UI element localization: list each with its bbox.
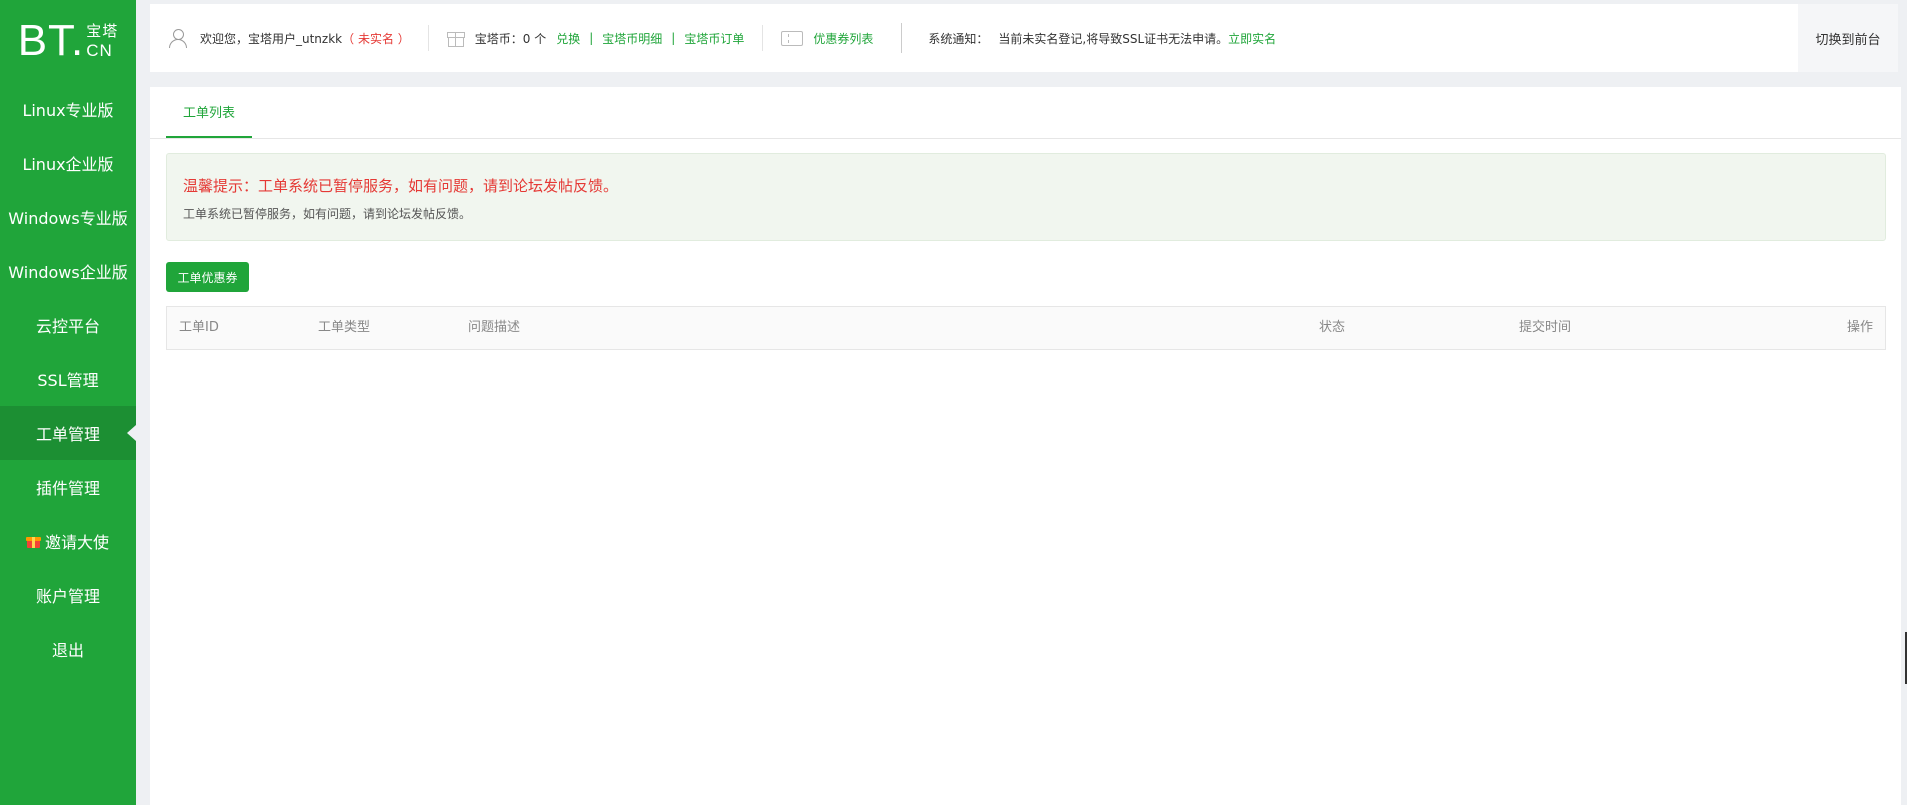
logo-bt: BT. bbox=[17, 16, 85, 65]
ticket-coupon-button[interactable]: 工单优惠券 bbox=[166, 262, 249, 292]
logo-cn-bottom: CN bbox=[86, 40, 113, 60]
sidebar-item-label: Windows专业版 bbox=[8, 209, 128, 228]
column-header-actions: 操作 bbox=[1846, 320, 1873, 335]
sidebar-item-label: 账户管理 bbox=[35, 587, 100, 606]
column-header-ticket-id: 工单ID bbox=[179, 320, 219, 335]
sidebar-item-tickets[interactable]: 工单管理 bbox=[0, 406, 136, 460]
column-header-ticket-type: 工单类型 bbox=[318, 320, 371, 335]
sidebar-item-cloud-control[interactable]: 云控平台 bbox=[0, 298, 136, 352]
sidebar-item-label: Linux企业版 bbox=[22, 155, 114, 174]
sidebar-item-label: 工单管理 bbox=[35, 425, 100, 444]
coin-balance: 宝塔币：0 个 bbox=[474, 31, 547, 46]
sidebar-item-label: 云控平台 bbox=[35, 317, 100, 336]
sidebar-item-plugins[interactable]: 插件管理 bbox=[0, 460, 136, 514]
sidebar-item-ssl[interactable]: SSL管理 bbox=[0, 352, 136, 406]
coupon-list-link[interactable]: 优惠券列表 bbox=[813, 30, 873, 47]
sidebar-nav: Linux专业版 Linux企业版 Windows专业版 Windows企业版 … bbox=[0, 82, 136, 676]
sidebar-item-label: 邀请大使 bbox=[44, 533, 109, 552]
sidebar-item-windows-pro[interactable]: Windows专业版 bbox=[0, 190, 136, 244]
gift-icon bbox=[25, 535, 41, 548]
logo[interactable]: BT. 宝塔 CN bbox=[0, 0, 136, 82]
sidebar-item-label: SSL管理 bbox=[37, 371, 99, 390]
user-icon bbox=[168, 28, 188, 48]
header-divider bbox=[901, 23, 903, 53]
sidebar-item-invite[interactable]: 邀请大使 bbox=[0, 514, 136, 568]
header-divider bbox=[427, 25, 429, 51]
sidebar-item-linux-enterprise[interactable]: Linux企业版 bbox=[0, 136, 136, 190]
verify-now-link[interactable]: 立即实名 bbox=[1228, 30, 1276, 47]
sidebar-item-label: Windows企业版 bbox=[8, 263, 128, 282]
sidebar: BT. 宝塔 CN Linux专业版 Linux企业版 Windows专业版 W… bbox=[0, 0, 136, 805]
top-header: 欢迎您，宝塔用户_utnzkk （ 未实名 ） 宝塔币：0 个 兑换 | 宝塔币… bbox=[150, 4, 1898, 72]
switch-frontend-button[interactable]: 切换到前台 bbox=[1798, 4, 1898, 72]
system-notice-label: 系统通知： bbox=[928, 31, 989, 46]
coin-orders-link[interactable]: 宝塔币订单 bbox=[684, 30, 744, 47]
pipe-divider: | bbox=[589, 31, 594, 45]
sidebar-item-windows-enterprise[interactable]: Windows企业版 bbox=[0, 244, 136, 298]
pipe-divider: | bbox=[671, 31, 676, 45]
sidebar-item-label: 退出 bbox=[51, 641, 84, 660]
gift-box-icon bbox=[446, 30, 465, 47]
column-header-description: 问题描述 bbox=[468, 320, 521, 335]
column-header-submit-time: 提交时间 bbox=[1519, 320, 1572, 335]
exchange-link[interactable]: 兑换 bbox=[556, 30, 580, 47]
notice-title: 温馨提示：工单系统已暂停服务，如有问题，请到论坛发帖反馈。 bbox=[183, 177, 619, 195]
main-panel: 工单列表 温馨提示：工单系统已暂停服务，如有问题，请到论坛发帖反馈。 工单系统已… bbox=[150, 87, 1901, 805]
logo-sub: 宝塔 CN bbox=[86, 21, 119, 60]
coupon-icon bbox=[781, 30, 804, 46]
notice-desc: 工单系统已暂停服务，如有问题，请到论坛发帖反馈。 bbox=[183, 207, 472, 221]
system-notice-text: 当前未实名登记,将导致SSL证书无法申请。 bbox=[998, 31, 1229, 46]
unverified-badge: （ 未实名 ） bbox=[342, 31, 410, 46]
sidebar-item-label: 插件管理 bbox=[35, 479, 100, 498]
welcome-text: 欢迎您，宝塔用户_utnzkk bbox=[200, 31, 343, 46]
tab-ticket-list[interactable]: 工单列表 bbox=[166, 87, 252, 138]
notice-box: 温馨提示：工单系统已暂停服务，如有问题，请到论坛发帖反馈。 工单系统已暂停服务，… bbox=[166, 153, 1886, 241]
tab-bar: 工单列表 bbox=[150, 87, 1901, 139]
sidebar-item-account[interactable]: 账户管理 bbox=[0, 568, 136, 622]
column-header-status: 状态 bbox=[1319, 320, 1346, 335]
sidebar-item-linux-pro[interactable]: Linux专业版 bbox=[0, 82, 136, 136]
ticket-table: 工单ID 工单类型 问题描述 状态 提交时间 操作 bbox=[166, 306, 1886, 350]
sidebar-item-label: Linux专业版 bbox=[22, 101, 114, 120]
header-divider bbox=[762, 25, 764, 51]
logo-cn-top: 宝塔 bbox=[86, 21, 119, 40]
sidebar-item-logout[interactable]: 退出 bbox=[0, 622, 136, 676]
coin-detail-link[interactable]: 宝塔币明细 bbox=[602, 30, 662, 47]
